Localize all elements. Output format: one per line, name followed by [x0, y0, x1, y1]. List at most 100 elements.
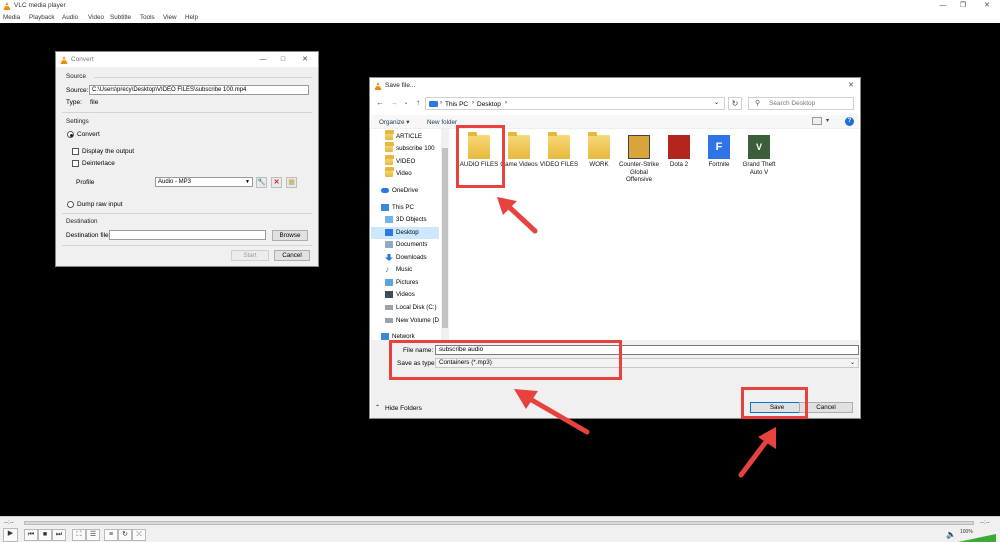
playlist-button[interactable]: ≡ — [104, 529, 118, 541]
convert-radio[interactable] — [67, 131, 74, 138]
nav-item-music[interactable]: ♪ Music — [371, 264, 439, 276]
nav-item-local-disk[interactable]: Local Disk (C:) — [371, 302, 439, 314]
type-value: file — [90, 99, 99, 106]
menu-view[interactable]: View — [163, 14, 177, 21]
disk-icon — [385, 318, 393, 323]
delete-profile-icon[interactable]: ✕ — [271, 177, 282, 188]
deinterlace-checkbox[interactable] — [72, 160, 79, 167]
divider — [62, 245, 312, 246]
file-item-label: VIDEO FILES — [539, 161, 579, 168]
shuffle-button[interactable]: ⤫ — [132, 529, 146, 541]
breadcrumb-this-pc[interactable]: This PC — [445, 101, 468, 108]
breadcrumb-desktop[interactable]: Desktop — [477, 101, 501, 108]
source-field[interactable]: C:\Users\precy\Desktop\VIDEO FILES\subsc… — [89, 85, 309, 95]
highlight-audio-files — [456, 125, 505, 188]
nav-item-video-folder[interactable]: VIDEO — [371, 155, 439, 168]
forward-arrow-icon[interactable]: → — [388, 97, 400, 110]
menu-media[interactable]: Media — [3, 14, 20, 21]
menu-tools[interactable]: Tools — [140, 14, 155, 21]
close-icon[interactable]: ✕ — [980, 1, 994, 11]
chevron-up-icon[interactable]: ⌃ — [375, 404, 380, 411]
file-item-label: WORK — [589, 161, 609, 168]
help-icon[interactable]: ? — [845, 117, 854, 126]
picture-icon — [385, 279, 393, 286]
menu-audio[interactable]: Audio — [62, 14, 78, 21]
disk-icon — [385, 305, 393, 310]
convert-dialog: Convert — □ ✕ Source Source: C:\Users\pr… — [55, 51, 319, 267]
address-bar[interactable]: › This PC › Desktop › ⌄ — [425, 97, 725, 110]
loop-button[interactable]: ↻ — [118, 529, 132, 541]
type-label: Type: — [66, 99, 82, 106]
display-output-checkbox[interactable] — [72, 148, 79, 155]
fullscreen-button[interactable]: ⛶ — [72, 529, 86, 541]
profile-select[interactable]: Audio - MP3 ▼ — [155, 177, 253, 187]
nav-item-label: Video — [396, 170, 412, 177]
seek-bar[interactable] — [24, 521, 974, 525]
chevron-right-icon: › — [505, 100, 507, 106]
stop-button[interactable]: ■ — [38, 529, 52, 541]
file-item-label: Grand Theft Auto V — [742, 161, 776, 176]
menu-video[interactable]: Video — [88, 14, 104, 21]
nav-item-documents[interactable]: Documents — [371, 239, 439, 251]
nav-item-new-volume[interactable]: New Volume (D: — [371, 315, 439, 327]
new-profile-icon[interactable]: ▦ — [286, 177, 297, 188]
vlc-menu-bar: Media Playback Audio Video Subtitle Tool… — [0, 12, 1000, 23]
search-input[interactable]: ⚲ Search Desktop — [748, 97, 854, 110]
close-icon[interactable]: ✕ — [298, 55, 312, 65]
destination-field[interactable] — [109, 230, 266, 240]
nav-item-subscribe-100[interactable]: subscribe 100 — [371, 142, 439, 155]
nav-item-label: ARTICLE — [396, 133, 423, 140]
up-arrow-icon[interactable]: ↑ — [412, 97, 424, 110]
organize-button[interactable]: Organize ▾ — [379, 119, 409, 126]
previous-button[interactable]: ⏮ — [24, 529, 38, 541]
folder-icon — [385, 155, 394, 165]
chevron-down-icon[interactable]: ⌄ — [714, 99, 719, 106]
nav-item-label: subscribe 100 — [396, 145, 435, 152]
save-title: Save file... — [385, 82, 416, 89]
browse-button[interactable]: Browse — [272, 230, 308, 241]
start-button[interactable]: Start — [231, 250, 269, 261]
wrench-icon[interactable]: 🔧 — [256, 177, 267, 188]
nav-scrollbar-thumb[interactable] — [442, 148, 448, 328]
nav-item-videos[interactable]: Videos — [371, 289, 439, 301]
chevron-down-icon[interactable]: ▾ — [826, 117, 829, 124]
hide-folders-button[interactable]: Hide Folders — [385, 405, 422, 412]
cancel-button[interactable]: Cancel — [274, 250, 310, 261]
view-options-icon[interactable] — [812, 117, 822, 125]
menu-playback[interactable]: Playback — [29, 14, 55, 21]
maximize-icon[interactable]: □ — [276, 55, 290, 65]
recent-locations-icon[interactable]: ⌄ — [400, 97, 412, 110]
nav-item-label: OneDrive — [392, 187, 419, 194]
divider — [62, 213, 312, 214]
nav-item-desktop[interactable]: Desktop — [371, 227, 439, 239]
chevron-down-icon: ▼ — [245, 179, 250, 185]
nav-item-3d-objects[interactable]: 3D Objects — [371, 214, 439, 226]
play-button[interactable]: ▶ — [3, 528, 18, 542]
search-placeholder: Search Desktop — [769, 100, 816, 107]
next-button[interactable]: ⏭ — [52, 529, 66, 541]
volume-slider[interactable] — [958, 534, 996, 542]
new-folder-button[interactable]: New folder — [427, 119, 457, 126]
menu-subtitle[interactable]: Subtitle — [110, 14, 131, 21]
time-elapsed: --:-- — [4, 520, 14, 526]
vlc-control-bar: --:-- --:-- ▶ ⏮ ■ ⏭ ⛶ ☰ ≡ ↻ ⤫ 🔈 100% — [0, 516, 1000, 542]
close-icon[interactable]: ✕ — [844, 81, 858, 91]
nav-item-this-pc[interactable]: This PC — [371, 202, 439, 214]
extended-settings-button[interactable]: ☰ — [86, 529, 100, 541]
minimize-icon[interactable]: — — [936, 1, 950, 11]
chevron-right-icon: › — [472, 100, 474, 106]
nav-item-downloads[interactable]: Downloads — [371, 252, 439, 264]
minimize-icon[interactable]: — — [256, 55, 270, 65]
nav-item-onedrive[interactable]: OneDrive — [371, 185, 439, 197]
menu-help[interactable]: Help — [185, 14, 198, 21]
nav-item-article[interactable]: ARTICLE — [371, 130, 439, 143]
restore-icon[interactable]: ❐ — [956, 1, 970, 11]
dump-raw-radio[interactable] — [67, 201, 74, 208]
speaker-icon[interactable]: 🔈 — [946, 530, 956, 539]
nav-item-video[interactable]: Video — [371, 167, 439, 180]
pc-icon — [381, 204, 389, 211]
refresh-icon[interactable]: ↻ — [728, 97, 742, 110]
back-arrow-icon[interactable]: ← — [374, 97, 386, 110]
csgo-icon — [628, 135, 650, 159]
nav-item-pictures[interactable]: Pictures — [371, 277, 439, 289]
